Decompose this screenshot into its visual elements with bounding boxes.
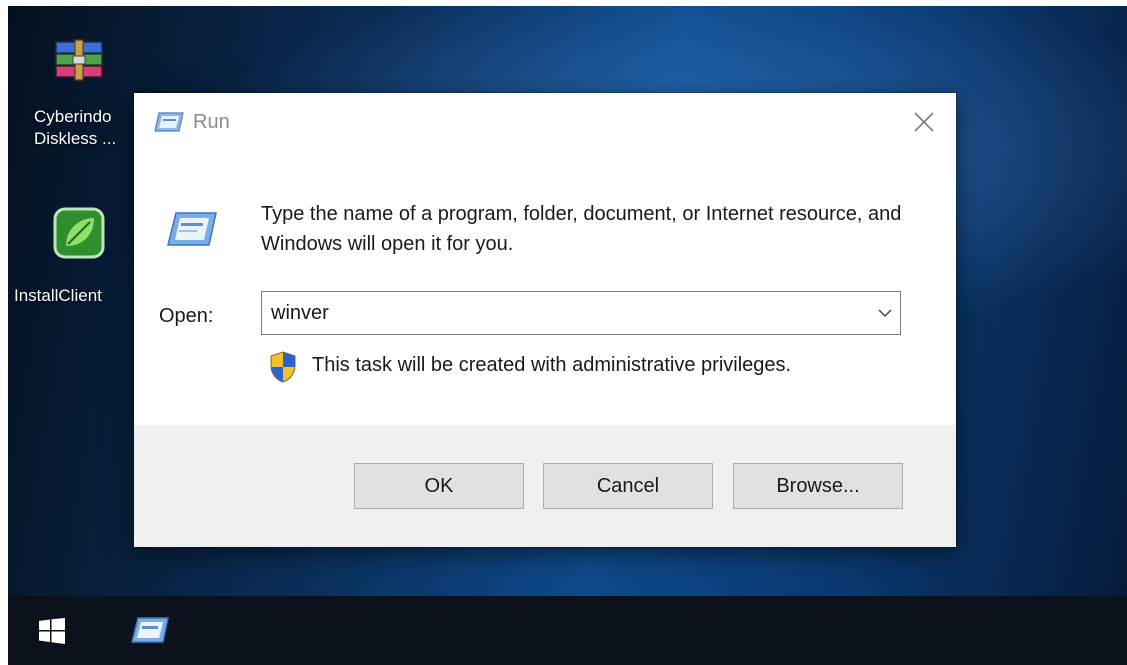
admin-privileges-note: This task will be created with administr… <box>312 354 792 376</box>
cancel-button[interactable]: Cancel <box>543 463 713 509</box>
taskbar-run-icon[interactable] <box>130 616 170 644</box>
run-large-icon <box>167 212 217 246</box>
chevron-down-icon[interactable] <box>876 304 894 322</box>
open-input[interactable] <box>271 299 851 327</box>
uac-shield-icon <box>270 351 296 383</box>
run-icon <box>154 112 184 132</box>
desktop-icon-cyberindo[interactable]: Cyberindo Diskless ... <box>8 36 140 176</box>
install-client-leaf-icon <box>53 207 105 259</box>
open-label: Open: <box>159 305 214 327</box>
dialog-title: Run <box>193 111 230 133</box>
open-combobox[interactable] <box>261 291 901 335</box>
ok-button[interactable]: OK <box>354 463 524 509</box>
taskbar <box>8 596 1127 665</box>
desktop-icon-label: InstallClient <box>14 286 102 305</box>
desktop: Cyberindo Diskless ... InstallClient Run <box>8 6 1127 665</box>
instruction-text: Type the name of a program, folder, docu… <box>261 203 902 255</box>
desktop-icon-label-line1: Cyberindo <box>34 107 112 126</box>
desktop-icon-installclient[interactable]: InstallClient <box>8 206 140 316</box>
close-icon <box>914 112 934 132</box>
dialog-footer: OK Cancel Browse... <box>134 425 956 547</box>
run-dialog: Run Type the name of a program, folder, … <box>134 93 956 547</box>
browse-button[interactable]: Browse... <box>733 463 903 509</box>
title-bar[interactable]: Run <box>134 93 956 151</box>
winrar-archive-icon <box>55 39 103 81</box>
desktop-icon-label-line2: Diskless ... <box>34 129 117 148</box>
close-button[interactable] <box>904 105 944 139</box>
windows-start-icon[interactable] <box>39 618 65 644</box>
